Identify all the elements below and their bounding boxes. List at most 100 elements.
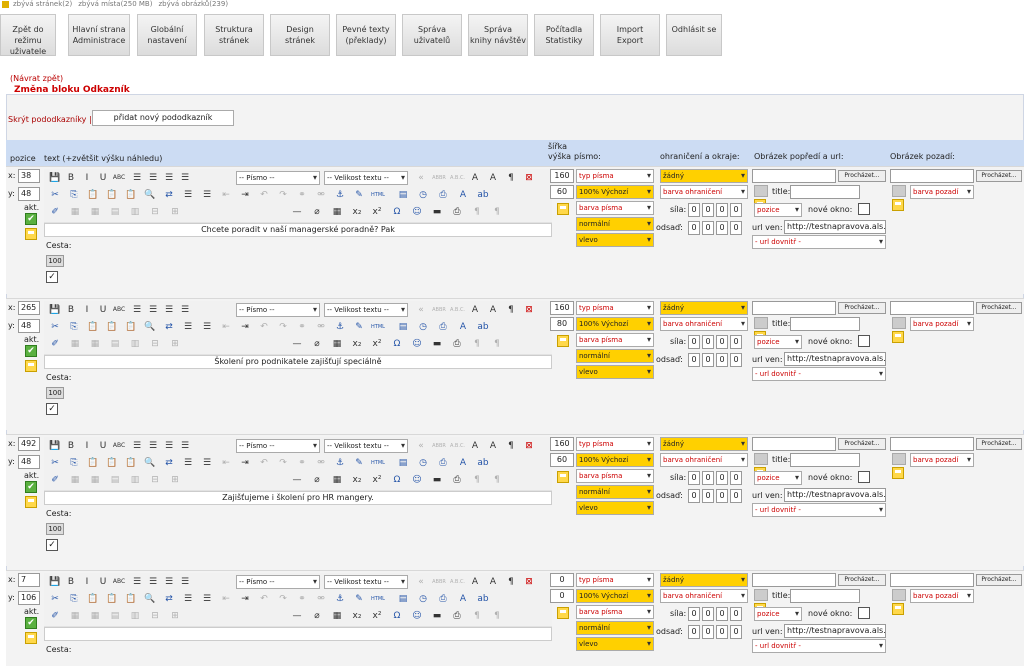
- height-input[interactable]: 0: [550, 589, 574, 603]
- remove-format-icon[interactable]: ⌀: [310, 337, 324, 351]
- time-icon[interactable]: ◷: [416, 320, 430, 334]
- save-background-icon[interactable]: [892, 331, 904, 343]
- underline-icon[interactable]: U: [96, 439, 110, 453]
- split-icon[interactable]: ⊟: [148, 337, 162, 351]
- position-select[interactable]: pozice: [754, 203, 802, 217]
- superscript-icon[interactable]: x²: [370, 337, 384, 351]
- background-file-input[interactable]: [890, 301, 974, 315]
- close-icon[interactable]: ⊠: [522, 303, 536, 317]
- padding-input[interactable]: 0: [702, 221, 714, 235]
- align-right-icon[interactable]: ☰: [162, 439, 176, 453]
- number-list-icon[interactable]: ☰: [200, 592, 214, 606]
- nav-button[interactable]: Počítadla Statistiky: [534, 14, 594, 56]
- align-center-icon[interactable]: ☰: [146, 439, 160, 453]
- background-file-input[interactable]: [890, 169, 974, 183]
- underline-icon[interactable]: U: [96, 575, 110, 589]
- copy-icon[interactable]: ⎘: [67, 320, 81, 334]
- print2-icon[interactable]: ⎙: [450, 205, 464, 219]
- emoticon-icon[interactable]: ☺: [410, 609, 424, 623]
- paste-word-icon[interactable]: 📋: [124, 592, 138, 606]
- redo-icon[interactable]: ↷: [276, 188, 290, 202]
- font-type-select[interactable]: typ písma: [576, 301, 654, 315]
- quote-icon[interactable]: «: [414, 439, 428, 453]
- add-subitem-button[interactable]: přidat nový pododkazník: [92, 110, 234, 126]
- border-color-select[interactable]: barva ohraničení: [660, 589, 748, 603]
- time-icon[interactable]: ◷: [416, 188, 430, 202]
- border-width-input[interactable]: 0: [688, 471, 700, 485]
- paste-word-icon[interactable]: 📋: [124, 320, 138, 334]
- align-center-icon[interactable]: ☰: [146, 575, 160, 589]
- y-input[interactable]: 106: [18, 591, 40, 605]
- table-row-icon[interactable]: ▦: [88, 473, 102, 487]
- internal-url-select[interactable]: - url dovnitř -: [752, 235, 886, 249]
- padding-input[interactable]: 0: [716, 625, 728, 639]
- background-file-input[interactable]: [890, 573, 974, 587]
- x-input[interactable]: 492: [18, 437, 40, 451]
- hide-subitems-link[interactable]: Skrýt pododkazníky |: [8, 115, 92, 124]
- cut-icon[interactable]: ✂: [48, 592, 62, 606]
- padding-input[interactable]: 0: [730, 489, 742, 503]
- print-icon[interactable]: ⎙: [436, 456, 450, 470]
- outdent-icon[interactable]: ⇤: [219, 456, 233, 470]
- strike-icon[interactable]: ABC: [112, 439, 126, 453]
- browse-background-button[interactable]: Procházet...: [976, 170, 1022, 182]
- save-icon[interactable]: 💾: [48, 171, 62, 185]
- table-col-icon[interactable]: ▤: [108, 337, 122, 351]
- nav-button[interactable]: Globální nastavení: [137, 14, 197, 56]
- font-weight-select[interactable]: normální: [576, 485, 654, 499]
- hr-icon[interactable]: —: [290, 205, 304, 219]
- table-row-icon[interactable]: ▦: [88, 205, 102, 219]
- link-icon[interactable]: ⚭: [295, 456, 309, 470]
- edit-icon[interactable]: ✐: [48, 473, 62, 487]
- visual-aid-icon[interactable]: ▦: [330, 473, 344, 487]
- save-position-icon[interactable]: [25, 496, 37, 508]
- copy-icon[interactable]: ⎘: [67, 592, 81, 606]
- paste-text-icon[interactable]: 📋: [105, 456, 119, 470]
- browse-background-button[interactable]: Procházet...: [976, 574, 1022, 586]
- outdent-icon[interactable]: ⇤: [219, 592, 233, 606]
- font-color-icon[interactable]: A: [486, 171, 500, 185]
- superscript-icon[interactable]: x²: [370, 609, 384, 623]
- active-checkbox[interactable]: ✔: [25, 481, 37, 493]
- position-select[interactable]: pozice: [754, 607, 802, 621]
- save-icon[interactable]: 💾: [48, 575, 62, 589]
- strike-icon[interactable]: ABC: [112, 575, 126, 589]
- border-width-input[interactable]: 0: [702, 335, 714, 349]
- active-checkbox[interactable]: ✔: [25, 213, 37, 225]
- html-icon[interactable]: HTML: [371, 456, 385, 470]
- preview-checkbox[interactable]: ✓: [46, 271, 58, 283]
- replace-icon[interactable]: ⇄: [162, 320, 176, 334]
- paragraph-icon[interactable]: ¶: [504, 439, 518, 453]
- font-size-select[interactable]: 100% Výchozí: [576, 453, 654, 467]
- font-select[interactable]: -- Písmo --: [236, 439, 320, 453]
- align-center-icon[interactable]: ☰: [146, 303, 160, 317]
- charmap-icon[interactable]: Ω: [390, 473, 404, 487]
- nav-button[interactable]: Správa knihy návštěv: [468, 14, 528, 56]
- align-left-icon[interactable]: ☰: [130, 575, 144, 589]
- table-col-icon[interactable]: ▤: [108, 205, 122, 219]
- superscript-icon[interactable]: x²: [370, 205, 384, 219]
- url-input[interactable]: http://testnapravova.als.c: [784, 624, 886, 638]
- copy-icon[interactable]: ⎘: [67, 456, 81, 470]
- template-icon[interactable]: ▤: [396, 456, 410, 470]
- highlight-icon[interactable]: ab: [476, 592, 490, 606]
- font-color-a-icon[interactable]: A: [456, 320, 470, 334]
- save-icon[interactable]: 💾: [48, 303, 62, 317]
- table-merge-icon[interactable]: ▥: [128, 473, 142, 487]
- font-type-select[interactable]: typ písma: [576, 573, 654, 587]
- indent-icon[interactable]: ⇥: [238, 592, 252, 606]
- remove-format-icon[interactable]: ⌀: [310, 205, 324, 219]
- italic-icon[interactable]: I: [80, 303, 94, 317]
- nav-button[interactable]: Struktura stránek: [204, 14, 264, 56]
- acronym-icon[interactable]: A.B.C.: [450, 439, 465, 453]
- print-icon[interactable]: ⎙: [436, 188, 450, 202]
- align-right-icon[interactable]: ☰: [162, 575, 176, 589]
- media-icon[interactable]: ▬: [430, 337, 444, 351]
- height-input[interactable]: 60: [550, 185, 574, 199]
- link-icon[interactable]: ⚭: [295, 592, 309, 606]
- padding-input[interactable]: 0: [688, 353, 700, 367]
- rtl-icon[interactable]: ¶: [490, 337, 504, 351]
- title-input[interactable]: [790, 185, 860, 199]
- border-color-select[interactable]: barva ohraničení: [660, 453, 748, 467]
- paste-word-icon[interactable]: 📋: [124, 188, 138, 202]
